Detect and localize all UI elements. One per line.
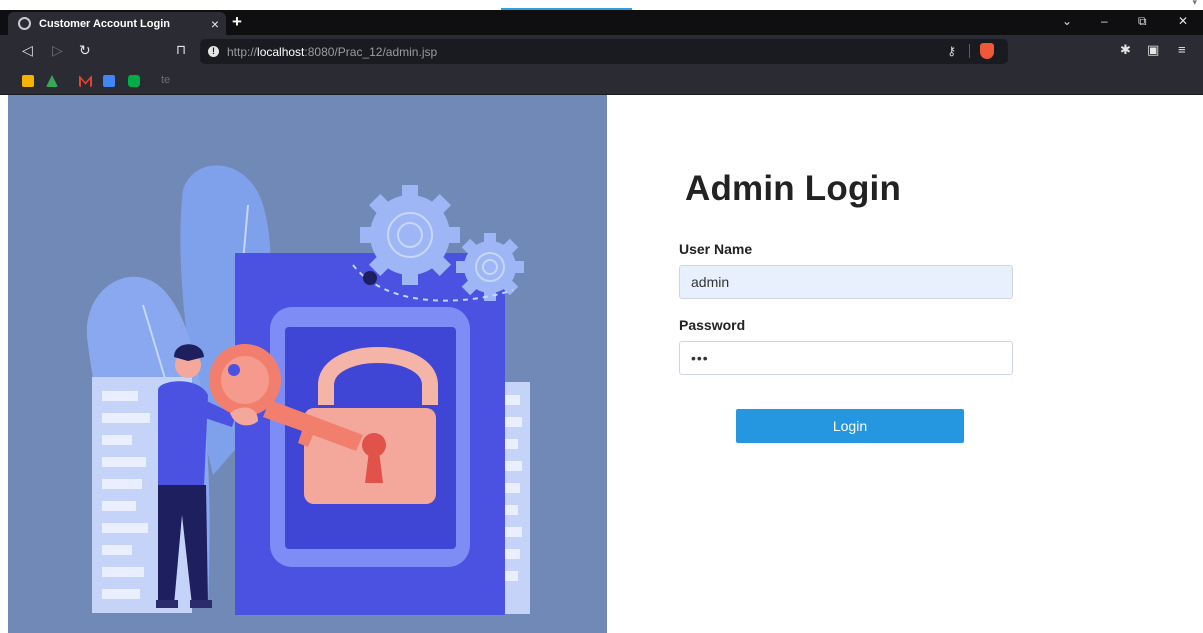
bookmark-icon[interactable]: ⊓ [176,42,186,58]
login-button[interactable]: Login [736,409,964,443]
security-illustration-svg [86,165,530,615]
url-text[interactable]: http://localhost:8080/Prac_12/admin.jsp [227,45,437,59]
address-bar[interactable]: ! http://localhost:8080/Prac_12/admin.js… [200,39,1008,64]
wallet-icon[interactable]: ▣ [1147,42,1159,58]
menu-icon[interactable]: ≡ [1178,42,1186,57]
calendar-bookmark-icon[interactable] [103,75,115,87]
close-window-icon[interactable]: ✕ [1178,14,1188,28]
tab-title: Customer Account Login [39,17,170,30]
drive-bookmark-icon[interactable] [46,75,58,87]
new-tab-button[interactable]: + [232,12,242,32]
forward-icon[interactable]: ▷ [52,42,63,59]
browser-toolbar: ◁ ▷ ↻ ⊓ ! http://localhost:8080/Prac_12/… [0,35,1203,67]
minimize-icon[interactable]: – [1101,14,1108,28]
tab-bar: Customer Account Login × + ⌄ – ⧉ ✕ [0,10,1203,35]
bookmark-item[interactable]: te [161,74,170,86]
extensions-icon[interactable]: ✱ [1120,42,1131,58]
restore-icon[interactable]: ⧉ [1138,14,1147,29]
username-label: User Name [679,241,753,257]
reload-icon[interactable]: ↻ [79,42,91,59]
gear-icon [360,185,460,285]
bookmarks-bar: te [0,67,1203,95]
meet-bookmark-icon[interactable] [128,75,140,87]
globe-icon [18,17,31,30]
back-icon[interactable]: ◁ [22,42,33,59]
info-icon[interactable]: ! [208,46,219,57]
login-form: Admin Login User Name Password Login [679,95,1039,633]
page-content: Admin Login User Name Password Login [0,95,1203,633]
page-title: Admin Login [685,169,902,208]
brave-shield-icon[interactable] [980,43,994,59]
tab-search-icon[interactable]: ⌄ [1062,14,1072,28]
photos-bookmark-icon[interactable] [22,75,34,87]
divider [969,44,970,58]
close-tab-icon[interactable]: × [204,16,226,32]
top-strip: ▾ [0,0,1203,10]
password-input[interactable] [679,341,1013,375]
gear-small-icon [456,233,524,301]
gmail-bookmark-icon[interactable] [79,75,92,87]
key-icon[interactable]: ⚷ [947,44,956,58]
login-illustration [8,95,607,633]
username-input[interactable] [679,265,1013,299]
tab-customer-account-login[interactable]: Customer Account Login × [8,12,226,35]
password-label: Password [679,317,746,333]
chevron-down-icon[interactable]: ▾ [1192,0,1197,8]
